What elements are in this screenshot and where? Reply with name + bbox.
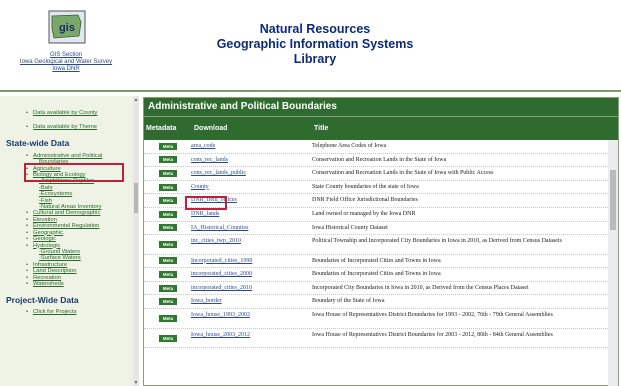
dataset-title: Boundary of the State of Iowa [312, 298, 385, 305]
metadata-button[interactable]: Meta [159, 156, 177, 164]
metadata-button[interactable]: Meta [159, 224, 177, 232]
table-row: Meta incorporated_cities_2010 Incorporated… [144, 282, 618, 296]
table-row: Meta DNR_lands Land owned or managed by th… [144, 208, 618, 222]
download-link[interactable]: incorporated_cities_2000 [191, 271, 252, 277]
dataset-title: Conservation and Recreation Lands in the… [312, 156, 447, 163]
table-row: Meta area_code Telephone Area Codes of Iow… [144, 140, 618, 154]
download-link[interactable]: cons_rec_lands_public [191, 170, 246, 176]
gis-logo: gis [48, 10, 86, 44]
download-link[interactable]: inc_cities_twp_2010 [191, 238, 241, 244]
dataset-title: Incorporated City Boundaries in Iowa in … [312, 284, 529, 291]
col-header-download: Download [194, 125, 228, 132]
table-row: Meta Incorporated_cities_1990 Boundaries o… [144, 255, 618, 269]
project-wide-heading: Project-Wide Data [6, 295, 79, 306]
download-link[interactable]: Incorporated_cities_1990 [191, 258, 252, 264]
main-scrollbar[interactable] [608, 140, 618, 386]
metadata-button[interactable]: Meta [159, 257, 177, 265]
sidebar-link-projects[interactable]: Click for Projects [0, 309, 137, 316]
table-row: Meta cons_rec_lands_public Conservation an… [144, 167, 618, 181]
logo-caption-line[interactable]: Iowa DNR [0, 66, 132, 73]
table-row: Meta County State County boundaries of the… [144, 181, 618, 195]
sidebar-item[interactable]: Watersheds [0, 281, 137, 288]
col-header-title: Title [314, 125, 329, 132]
dataset-title: Iowa Historical County Dataset [312, 224, 388, 231]
sidebar: Data available by County Data available … [0, 96, 138, 386]
main-scroll-thumb[interactable] [610, 170, 616, 230]
metadata-button[interactable]: Meta [159, 284, 177, 292]
col-header-metadata: Metadata [146, 125, 177, 132]
panel-title: Administrative and Political Boundaries [144, 98, 618, 116]
download-link[interactable]: Iowa_border [191, 298, 222, 304]
download-link[interactable]: Iowa_house_1993_2002 [191, 312, 250, 318]
metadata-button[interactable]: Meta [159, 142, 177, 150]
metadata-button[interactable]: Meta [159, 183, 177, 191]
selected-item-highlight [24, 163, 124, 182]
scroll-up-arrow-icon[interactable]: ▲ [133, 97, 139, 103]
dataset-title: Conservation and Recreation Lands in the… [312, 170, 494, 177]
download-link[interactable]: cons_rec_lands [191, 157, 228, 163]
state-wide-heading: State-wide Data [6, 137, 70, 148]
table-row: Meta IA_Historical_Counties Iowa Historica… [144, 222, 618, 236]
dataset-title: Telephone Area Codes of Iowa [312, 143, 387, 149]
dataset-title: Political Township and Incorporated City… [312, 238, 562, 245]
logo-caption-line[interactable]: Iowa Geological and Water Survey [0, 59, 132, 66]
download-link[interactable]: County [191, 184, 209, 190]
site-header: gis GIS Section Iowa Geological and Wate… [0, 0, 621, 92]
dataset-title: State County boundaries of the state of … [312, 183, 419, 190]
metadata-button[interactable]: Meta [159, 271, 177, 279]
dataset-title: Iowa House of Representatives District B… [312, 331, 553, 338]
table-row: Meta Iowa_house_1993_2002 Iowa House of Re… [144, 309, 618, 329]
metadata-button[interactable]: Meta [159, 241, 177, 249]
metadata-button[interactable]: Meta [159, 210, 177, 218]
download-link[interactable]: IA_Historical_Counties [191, 225, 248, 231]
dataset-title: Boundaries of Incorporated Cities and To… [312, 257, 441, 264]
dataset-title: Iowa House of Representatives District B… [312, 312, 553, 319]
metadata-button[interactable]: Meta [159, 169, 177, 177]
table-row: Meta Iowa_house_2003_2012 Iowa House of Re… [144, 329, 618, 349]
metadata-button[interactable]: Meta [159, 334, 177, 342]
table-row: Meta inc_cities_twp_2010 Political Townshi… [144, 235, 618, 255]
logo-caption[interactable]: GIS Section Iowa Geological and Water Su… [0, 52, 132, 73]
table-header: Metadata Download Title [144, 116, 618, 140]
metadata-button[interactable]: Meta [159, 197, 177, 205]
sidebar-link-by-county[interactable]: Data available by County [0, 110, 137, 117]
logo-caption-line[interactable]: GIS Section [0, 52, 132, 59]
title-line: Natural Resources [259, 22, 371, 36]
page-title: Natural Resources Geographic Information… [150, 22, 480, 67]
table-row: Meta Iowa_border Boundary of the State of … [144, 295, 618, 310]
county-highlight [185, 196, 227, 210]
metadata-button[interactable]: Meta [159, 315, 177, 323]
dataset-title: DNR Field Office Jurisdictional Boundari… [312, 197, 418, 204]
title-line: Library [293, 52, 337, 66]
dataset-title: Land owned or managed by the Iowa DNR [312, 210, 416, 217]
metadata-button[interactable]: Meta [159, 298, 177, 306]
main-panel: Administrative and Political Boundaries … [143, 97, 619, 386]
sidebar-scroll-thumb[interactable] [134, 183, 138, 213]
download-link[interactable]: DNR_lands [191, 211, 219, 217]
table-row: Meta incorporated_cities_2000 Boundaries o… [144, 268, 618, 282]
dataset-title: Boundaries of Incorporated Cities and To… [312, 271, 441, 278]
download-link[interactable]: Iowa_house_2003_2012 [191, 332, 250, 338]
sidebar-link-by-theme[interactable]: Data available by Theme [0, 124, 137, 131]
table-row: Meta cons_rec_lands Conservation and Recre… [144, 154, 618, 168]
title-line: Geographic Information Systems [216, 37, 414, 51]
svg-text:gis: gis [59, 22, 75, 34]
download-link[interactable]: incorporated_cities_2010 [191, 285, 252, 291]
download-link[interactable]: area_code [191, 143, 215, 149]
sidebar-scrollbar[interactable]: ▲ ▼ [133, 97, 139, 386]
dataset-table: Meta area_code Telephone Area Codes of Iow… [144, 140, 618, 349]
scroll-down-arrow-icon[interactable]: ▼ [133, 380, 139, 386]
